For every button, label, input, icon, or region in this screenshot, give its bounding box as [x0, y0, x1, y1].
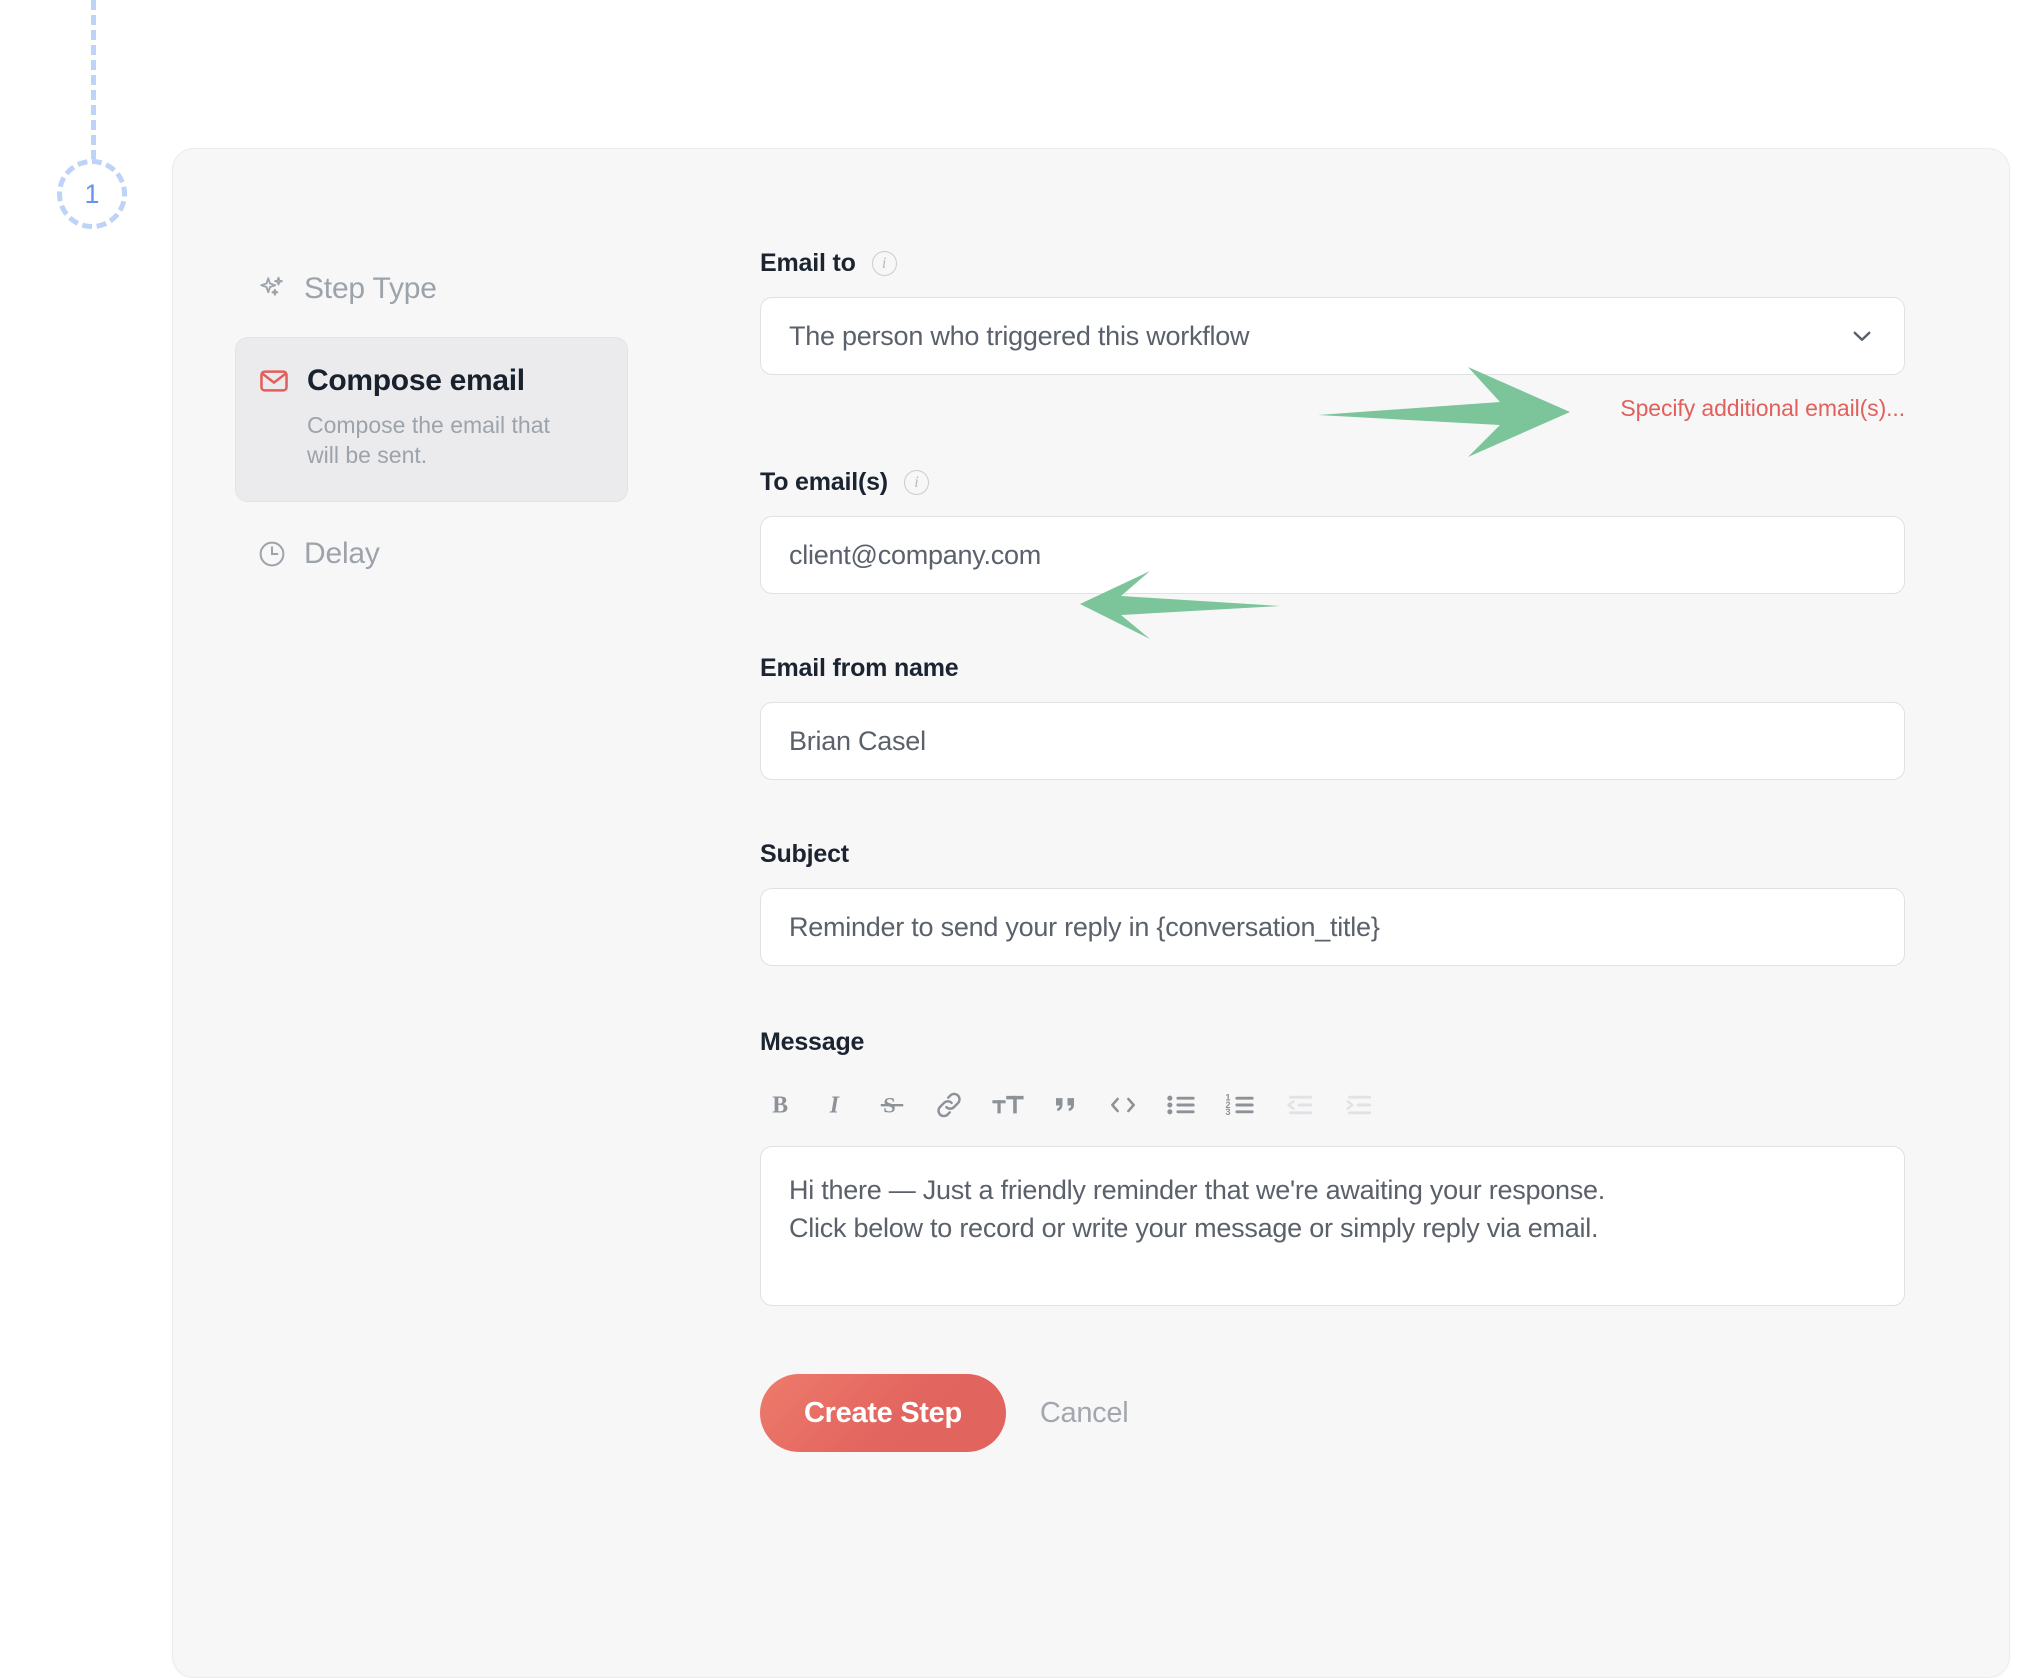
bulleted-list-icon[interactable] [1165, 1085, 1199, 1125]
italic-icon[interactable]: I [821, 1085, 851, 1125]
field-subject: Subject Reminder to send your reply in {… [760, 840, 2009, 966]
sidebar-item-label: Step Type [304, 272, 437, 305]
step-editor-card: Step Type Compose email Compose the emai… [172, 148, 2010, 1678]
sidebar-item-step-type[interactable]: Step Type [235, 259, 635, 319]
message-textarea[interactable]: Hi there — Just a friendly reminder that… [760, 1146, 1905, 1306]
subject-input[interactable]: Reminder to send your reply in {conversa… [760, 888, 1905, 966]
numbered-list-icon[interactable]: 1 2 3 [1224, 1085, 1258, 1125]
sparkles-icon [257, 274, 287, 304]
field-label: To email(s) [760, 468, 888, 496]
compose-email-form: Email to i The person who triggered this… [635, 249, 2009, 1452]
sidebar-item-delay[interactable]: Delay [235, 524, 635, 584]
rich-text-toolbar: B I S 1 2 3 [760, 1076, 2009, 1134]
svg-text:B: B [772, 1093, 788, 1119]
outdent-icon[interactable] [1283, 1085, 1317, 1125]
blockquote-icon[interactable] [1051, 1085, 1081, 1125]
field-to-emails: To email(s) i client@company.com [760, 468, 2009, 594]
step-type-sidebar: Step Type Compose email Compose the emai… [235, 249, 635, 1452]
field-label: Email from name [760, 654, 959, 682]
field-email-from-name: Email from name Brian Casel [760, 654, 2009, 780]
strikethrough-icon[interactable]: S [876, 1085, 908, 1125]
link-icon[interactable] [933, 1085, 965, 1125]
email-to-value: The person who triggered this workflow [789, 320, 1250, 351]
step-indicator-rail: 1 [0, 0, 180, 260]
field-label: Message [760, 1028, 865, 1056]
workflow-connector-line [91, 0, 96, 160]
clock-icon [257, 539, 287, 569]
sidebar-item-label: Compose email [307, 364, 525, 397]
sidebar-item-label: Delay [304, 536, 380, 570]
form-actions: Create Step Cancel [760, 1374, 2009, 1452]
to-emails-value: client@company.com [789, 539, 1041, 570]
field-message: Message B I S 1 2 3 Hi there — Just a fr… [760, 1028, 2009, 1306]
step-number-label: 1 [84, 178, 100, 209]
field-email-to: Email to i The person who triggered this… [760, 249, 2009, 422]
sidebar-item-compose-email[interactable]: Compose email Compose the email that wil… [235, 337, 628, 502]
create-step-button[interactable]: Create Step [760, 1374, 1006, 1452]
info-icon[interactable]: i [871, 251, 897, 276]
message-line: Hi there — Just a friendly reminder that… [789, 1175, 1606, 1205]
indent-icon[interactable] [1342, 1085, 1376, 1125]
email-from-name-input[interactable]: Brian Casel [760, 702, 1905, 780]
to-emails-input[interactable]: client@company.com [760, 516, 1905, 594]
envelope-icon [258, 365, 290, 397]
sidebar-item-description: Compose the email that will be sent. [307, 412, 550, 469]
code-icon[interactable] [1106, 1085, 1140, 1125]
specify-additional-emails-link[interactable]: Specify additional email(s)... [760, 395, 1905, 422]
field-label: Subject [760, 840, 849, 868]
chevron-down-icon [1848, 322, 1876, 350]
svg-text:3: 3 [1225, 1107, 1230, 1117]
svg-text:I: I [829, 1093, 840, 1119]
step-number-badge[interactable]: 1 [57, 159, 127, 229]
bold-icon[interactable]: B [766, 1085, 796, 1125]
cancel-button[interactable]: Cancel [1040, 1397, 1129, 1430]
email-to-select[interactable]: The person who triggered this workflow [760, 297, 1905, 375]
message-line: Click below to record or write your mess… [789, 1213, 1599, 1244]
text-size-icon[interactable] [990, 1085, 1026, 1125]
field-label: Email to [760, 249, 856, 277]
subject-value: Reminder to send your reply in {conversa… [789, 911, 1380, 942]
email-from-name-value: Brian Casel [789, 725, 926, 756]
info-icon[interactable]: i [903, 470, 929, 495]
